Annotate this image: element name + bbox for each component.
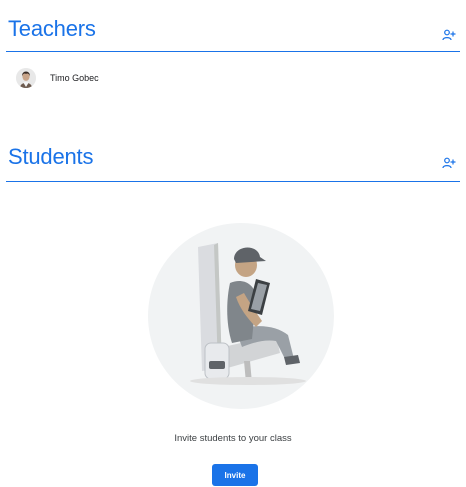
teachers-title: Teachers <box>8 16 96 41</box>
add-person-icon <box>442 29 456 41</box>
students-header: Students <box>6 140 460 182</box>
add-teacher-button[interactable] <box>440 26 458 44</box>
students-title: Students <box>8 144 94 169</box>
invite-button[interactable]: Invite <box>212 464 258 486</box>
add-student-button[interactable] <box>440 154 458 172</box>
teacher-list-item[interactable]: Timo Gobec <box>16 66 99 90</box>
avatar <box>16 68 36 88</box>
add-person-icon <box>442 157 456 169</box>
teacher-name: Timo Gobec <box>50 73 99 83</box>
student-reading-tablet-illustration <box>148 223 334 409</box>
teachers-header: Teachers <box>6 10 460 52</box>
empty-state-message: Invite students to your class <box>174 433 292 444</box>
